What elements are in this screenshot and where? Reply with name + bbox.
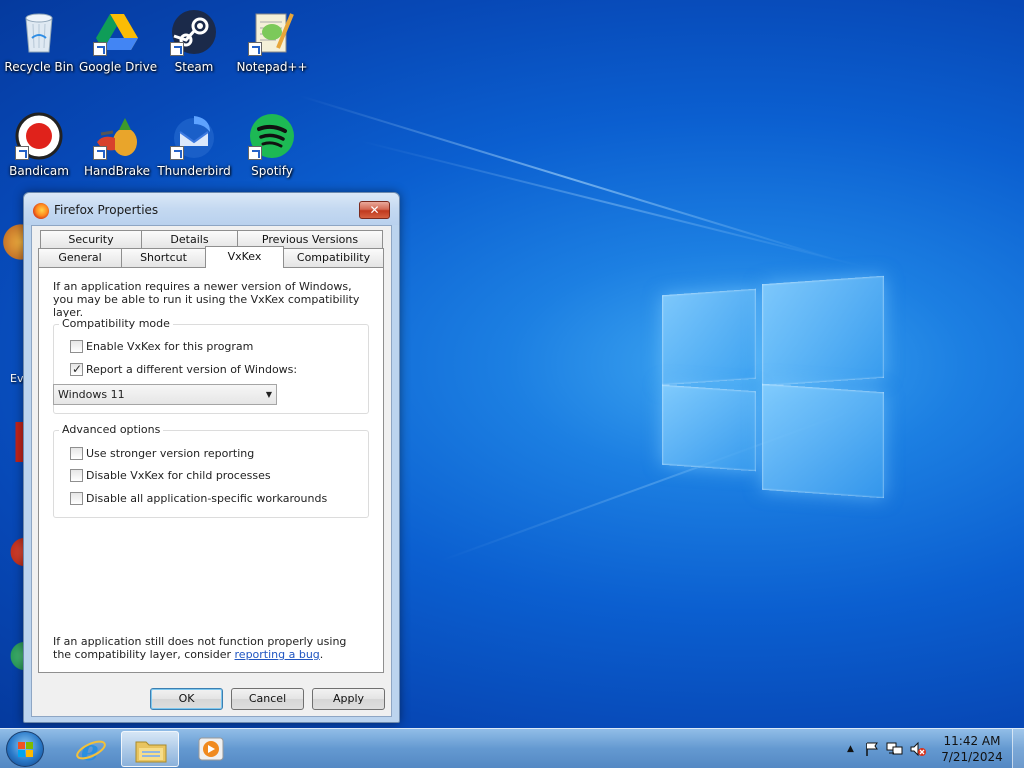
google-drive-icon — [93, 8, 141, 56]
bandicam-icon — [15, 112, 63, 160]
notepad-plus-plus-icon — [248, 8, 296, 56]
dialog-title: Firefox Properties — [54, 203, 159, 217]
clock-date: 7/21/2024 — [941, 750, 1003, 764]
desktop-icon-label: Google Drive — [79, 60, 158, 74]
windows-version-select[interactable]: Windows 11 ▼ — [53, 384, 277, 405]
desktop-icon-label: Notepad++ — [236, 60, 308, 74]
shortcut-arrow-icon — [170, 146, 184, 160]
recycle-bin-icon — [15, 8, 63, 56]
enable-vxkex-checkbox[interactable] — [70, 340, 83, 353]
steam-icon — [170, 8, 218, 56]
disable-workarounds-label[interactable]: Disable all application-specific workaro… — [86, 492, 327, 505]
network-icon[interactable] — [886, 741, 904, 757]
tab-security[interactable]: Security — [40, 230, 142, 249]
enable-vxkex-label[interactable]: Enable VxKex for this program — [86, 340, 253, 353]
taskbar-internet-explorer[interactable]: e — [62, 731, 120, 767]
disable-child-checkbox[interactable] — [70, 469, 83, 482]
shortcut-arrow-icon — [93, 42, 107, 56]
svg-text:e: e — [81, 734, 99, 764]
stronger-version-checkbox[interactable] — [70, 447, 83, 460]
system-clock[interactable]: 11:42 AM 7/21/2024 — [936, 733, 1008, 765]
taskbar-media-player[interactable] — [183, 731, 241, 767]
volume-muted-icon[interactable] — [909, 741, 927, 757]
desktop-icon-bandicam[interactable]: Bandicam — [1, 112, 77, 178]
desktop-icon-handbrake[interactable]: HandBrake — [79, 112, 155, 178]
dropdown-arrow-icon: ▼ — [265, 390, 272, 399]
firefox-properties-dialog: Firefox Properties ✕ Security Details Pr… — [23, 192, 400, 723]
desktop-icon-steam[interactable]: Steam — [156, 8, 232, 74]
selected-version: Windows 11 — [58, 388, 125, 401]
desktop-icon-label: Spotify — [251, 164, 293, 178]
internet-explorer-icon: e — [76, 734, 106, 764]
desktop-icon-label: Thunderbird — [157, 164, 231, 178]
taskbar: e ▲ 11:42 AM 7/21/2024 — [0, 728, 1024, 768]
desktop-icon-thunderbird[interactable]: Thunderbird — [156, 112, 232, 178]
windows-flag-icon — [18, 742, 34, 758]
start-button[interactable] — [6, 731, 44, 767]
tab-shortcut[interactable]: Shortcut — [121, 248, 206, 267]
media-player-icon — [198, 737, 224, 761]
desktop-icon-label: HandBrake — [83, 164, 151, 178]
shortcut-arrow-icon — [248, 42, 262, 56]
footer-text: If an application still does not functio… — [53, 635, 353, 661]
desktop-icon-notepad-plus-plus[interactable]: Notepad++ — [234, 8, 310, 74]
disable-child-label[interactable]: Disable VxKex for child processes — [86, 469, 271, 482]
clock-time: 11:42 AM — [943, 734, 1001, 748]
apply-button[interactable]: Apply — [312, 688, 385, 710]
desktop-icon-label: Bandicam — [9, 164, 69, 178]
intro-text: If an application requires a newer versi… — [53, 280, 360, 319]
tab-vxkex[interactable]: VxKex — [205, 246, 284, 268]
shortcut-arrow-icon — [15, 146, 29, 160]
stronger-version-label[interactable]: Use stronger version reporting — [86, 447, 254, 460]
close-icon: ✕ — [369, 203, 380, 217]
group-title: Advanced options — [59, 423, 164, 436]
firefox-icon — [33, 203, 49, 219]
desktop-icon-label: Steam — [174, 60, 214, 74]
report-bug-link[interactable]: reporting a bug — [235, 648, 320, 661]
shortcut-arrow-icon — [170, 42, 184, 56]
desktop-icon-recycle-bin[interactable]: Recycle Bin — [1, 8, 77, 74]
tab-general[interactable]: General — [38, 248, 122, 267]
advanced-options-group: Advanced options Use stronger version re… — [53, 423, 369, 518]
dialog-titlebar[interactable]: Firefox Properties ✕ — [24, 193, 399, 225]
show-desktop-button[interactable] — [1012, 729, 1024, 768]
desktop-icon-google-drive[interactable]: Google Drive — [79, 8, 158, 74]
action-center-flag-icon[interactable] — [864, 741, 880, 757]
show-hidden-icons-button[interactable]: ▲ — [847, 744, 854, 754]
shortcut-arrow-icon — [248, 146, 262, 160]
spotify-icon — [248, 112, 296, 160]
footer-text-end: . — [319, 648, 324, 661]
checkmark-icon: ✓ — [72, 362, 83, 376]
desktop-icon-spotify[interactable]: Spotify — [234, 112, 310, 178]
vxkex-tab-page: If an application requires a newer versi… — [38, 267, 384, 673]
hidden-icon-label: Ev — [10, 372, 24, 385]
report-version-label[interactable]: Report a different version of Windows: — [86, 363, 297, 376]
close-button[interactable]: ✕ — [359, 201, 390, 219]
disable-workarounds-checkbox[interactable] — [70, 492, 83, 505]
taskbar-file-explorer[interactable] — [121, 731, 179, 767]
tab-compatibility[interactable]: Compatibility — [283, 248, 384, 267]
shortcut-arrow-icon — [93, 146, 107, 160]
ok-button[interactable]: OK — [150, 688, 223, 710]
file-explorer-icon — [135, 741, 167, 763]
handbrake-icon — [93, 112, 141, 160]
dialog-client-area: Security Details Previous Versions Gener… — [31, 225, 392, 717]
light-ray — [359, 140, 865, 268]
report-version-checkbox[interactable]: ✓ — [70, 362, 83, 376]
group-title: Compatibility mode — [59, 317, 173, 330]
windows-logo-wallpaper — [662, 270, 886, 500]
thunderbird-icon — [170, 112, 218, 160]
cancel-button[interactable]: Cancel — [231, 688, 304, 710]
desktop-icon-label: Recycle Bin — [4, 60, 74, 74]
